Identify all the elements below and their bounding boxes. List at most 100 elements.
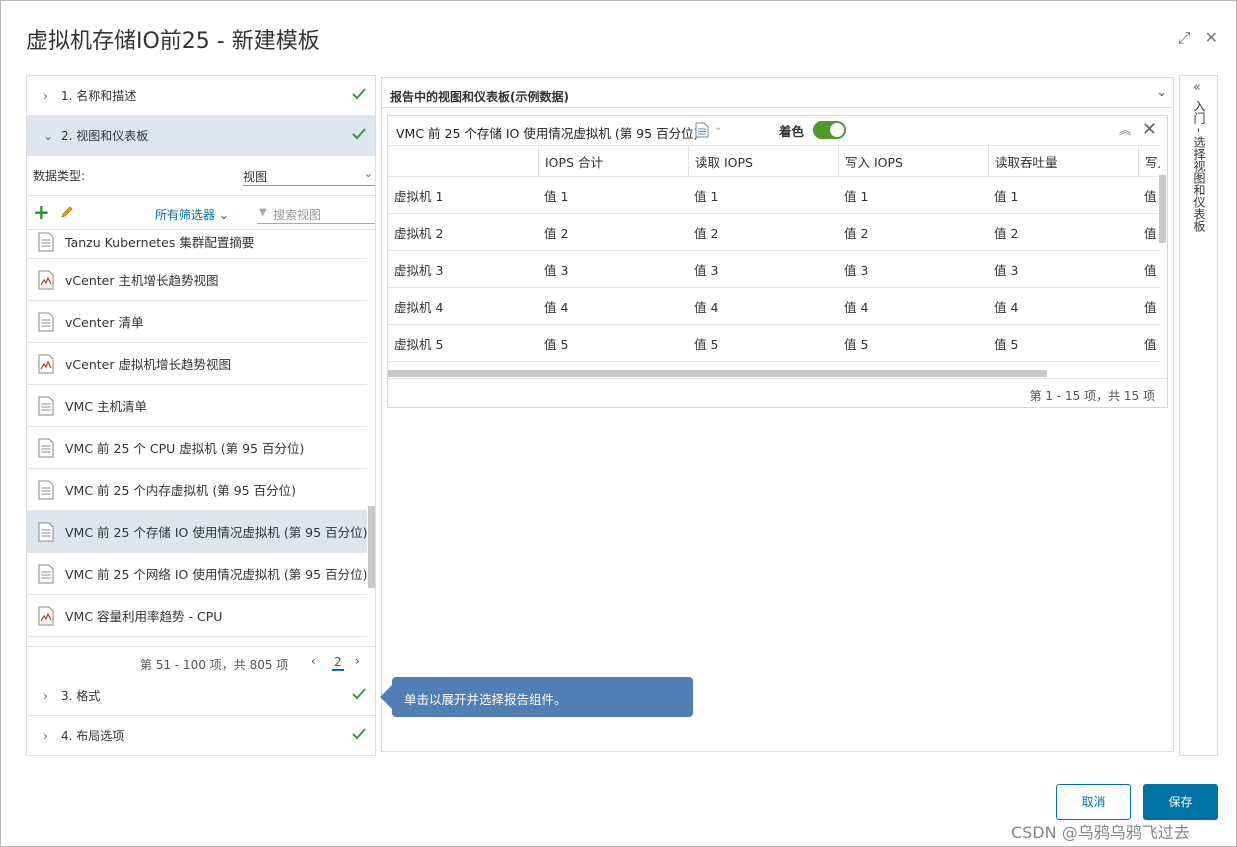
add-icon[interactable]: +: [33, 202, 50, 222]
data-type-select[interactable]: 视图 ⌄: [243, 164, 375, 186]
list-item[interactable]: VMC 前 25 个网络 IO 使用情况虚拟机 (第 95 百分位): [27, 553, 367, 595]
table-horizontal-scrollbar[interactable]: [388, 370, 1047, 377]
list-item[interactable]: VMC 前 25 个 CPU 虚拟机 (第 95 百分位): [27, 427, 367, 469]
table-cell: 值 2: [544, 225, 569, 241]
table-cell: 虚拟机 2: [394, 225, 444, 241]
list-item[interactable]: vCenter 清单: [27, 301, 367, 343]
list-item[interactable]: VMC 主机清单: [27, 385, 367, 427]
step-views-dashboards[interactable]: ⌄ 2. 视图和仪表板: [27, 116, 375, 156]
table-cell: 值 4: [844, 299, 869, 315]
chevron-down-icon: ⌄: [363, 167, 373, 180]
list-doc-icon: [38, 232, 54, 252]
color-toggle[interactable]: [813, 121, 846, 139]
getting-started-tab[interactable]: « 入门 - 选择视图和仪表板: [1179, 75, 1218, 756]
chevron-right-icon: ›: [43, 88, 48, 103]
list-item[interactable]: VMC 前 25 个存储 IO 使用情况虚拟机 (第 95 百分位): [27, 511, 367, 553]
all-filters-dropdown[interactable]: 所有筛选器 ⌄: [155, 206, 229, 223]
prev-page-icon[interactable]: ‹: [311, 654, 316, 668]
table-cell: 值 4: [544, 299, 569, 315]
table-cell: 值 5: [994, 336, 1019, 352]
table-vertical-scrollbar[interactable]: [1159, 175, 1166, 243]
list-doc-icon: [38, 522, 54, 541]
column-header[interactable]: 读取 IOPS: [688, 146, 838, 176]
table-cell: 值 1: [694, 188, 719, 204]
view-toolbar: + 所有筛选器 ⌄ ▼ 搜索视图: [27, 196, 375, 230]
step-layout-options[interactable]: › 4. 布局选项: [27, 716, 375, 756]
side-tab-label: 入门 - 选择视图和仪表板: [1192, 100, 1206, 232]
table-row: 虚拟机 2 值 2 值 2 值 2 值 2 值: [388, 214, 1160, 251]
table-cell: 值 1: [844, 188, 869, 204]
table-cell: 值 2: [994, 225, 1019, 241]
step-format[interactable]: › 3. 格式: [27, 676, 375, 716]
table-cell: 值: [1144, 262, 1157, 278]
list-pager: 第 51 - 100 项，共 805 项 ‹ 2 ›: [27, 646, 375, 676]
dialog: 虚拟机存储IO前25 - 新建模板 ⤢ ✕ › 1. 名称和描述 ⌄ 2. 视图…: [0, 0, 1237, 847]
help-tooltip: 单击以展开并选择报告组件。: [380, 677, 693, 717]
double-chevron-up-icon[interactable]: ︽: [1119, 121, 1131, 138]
save-button[interactable]: 保存: [1143, 784, 1218, 820]
table-cell: 值 4: [994, 299, 1019, 315]
title-icons: ⤢ ✕: [1178, 29, 1218, 47]
list-scrollbar[interactable]: [368, 506, 375, 588]
chevron-right-icon: ›: [43, 688, 48, 703]
column-header[interactable]: [388, 146, 538, 176]
column-header[interactable]: 写入 IOPS: [838, 146, 988, 176]
list-item[interactable]: Tanzu Kubernetes 集群配置摘要: [27, 232, 367, 259]
pencil-icon[interactable]: [59, 204, 75, 220]
list-item[interactable]: VMC 前 25 个内存虚拟机 (第 95 百分位): [27, 469, 367, 511]
list-item-label: vCenter 主机增长趋势视图: [65, 273, 219, 288]
data-type-value: 视图: [243, 170, 268, 184]
list-item[interactable]: VMC 容量利用率趋势 - CPU: [27, 595, 367, 637]
card-title: VMC 前 25 个存储 IO 使用情况虚拟机 (第 95 百分位): [396, 126, 699, 141]
table-header-row: IOPS 合计读取 IOPS写入 IOPS读取吞吐量写入: [388, 145, 1160, 177]
table-cell: 值 3: [844, 262, 869, 278]
list-item-label: VMC 容量利用率趋势 - CPU: [65, 609, 223, 624]
table-cell: 值: [1144, 336, 1157, 352]
chevron-down-icon[interactable]: ⌄: [714, 122, 722, 133]
close-icon[interactable]: ✕: [1142, 119, 1157, 140]
document-icon[interactable]: [695, 122, 709, 138]
list-item-label: VMC 前 25 个 CPU 虚拟机 (第 95 百分位): [65, 441, 305, 456]
cancel-button[interactable]: 取消: [1056, 784, 1131, 820]
search-views-input[interactable]: ▼ 搜索视图: [257, 202, 375, 224]
table-row: 虚拟机 5 值 5 值 5 值 5 值 5 值: [388, 325, 1160, 362]
list-doc-icon: [38, 312, 54, 331]
table-cell: 值 2: [694, 225, 719, 241]
next-page-icon[interactable]: ›: [355, 654, 360, 668]
column-header[interactable]: IOPS 合计: [538, 146, 688, 176]
filters-label: 所有筛选器: [155, 208, 216, 222]
page-number[interactable]: 2: [332, 655, 344, 671]
list-item-label: vCenter 虚拟机增长趋势视图: [65, 357, 231, 372]
list-doc-icon: [38, 396, 54, 415]
list-item[interactable]: vCenter 虚拟机增长趋势视图: [27, 343, 367, 385]
check-icon: [352, 688, 366, 700]
step-label: 3. 格式: [61, 689, 101, 703]
column-header[interactable]: 写入: [1138, 146, 1160, 176]
double-chevron-left-icon[interactable]: «: [1193, 80, 1201, 95]
list-item-label: VMC 前 25 个内存虚拟机 (第 95 百分位): [65, 483, 296, 498]
table-cell: 值 1: [994, 188, 1019, 204]
table-row: 虚拟机 3 值 3 值 3 值 3 值 3 值: [388, 251, 1160, 288]
check-icon: [352, 728, 366, 740]
table-cell: 值 5: [844, 336, 869, 352]
view-card: VMC 前 25 个存储 IO 使用情况虚拟机 (第 95 百分位) ⌄ 着色 …: [387, 115, 1168, 408]
left-panel: › 1. 名称和描述 ⌄ 2. 视图和仪表板 数据类型: 视图 ⌄ + 所有筛选…: [26, 75, 376, 756]
table-row: 虚拟机 1 值 1 值 1 值 1 值 1 值: [388, 177, 1160, 214]
steps-bottom: › 3. 格式 › 4. 布局选项: [27, 676, 375, 756]
column-header[interactable]: 读取吞吐量: [988, 146, 1138, 176]
chevron-right-icon: ›: [43, 728, 48, 743]
check-icon: [352, 88, 366, 100]
double-chevron-down-icon[interactable]: ⌄: [1156, 85, 1167, 100]
table-cell: 值 3: [694, 262, 719, 278]
list-item-label: VMC 前 25 个存储 IO 使用情况虚拟机 (第 95 百分位): [65, 525, 367, 540]
preview-panel: 报告中的视图和仪表板(示例数据) ⌄ VMC 前 25 个存储 IO 使用情况虚…: [381, 77, 1174, 752]
search-placeholder: 搜索视图: [273, 208, 322, 222]
close-icon[interactable]: ✕: [1205, 29, 1218, 47]
step-label: 4. 布局选项: [61, 729, 125, 743]
step-name-description[interactable]: › 1. 名称和描述: [27, 76, 375, 116]
list-item-label: VMC 主机清单: [65, 399, 148, 414]
expand-icon[interactable]: ⤢: [1178, 29, 1191, 47]
pager-text: 第 51 - 100 项，共 805 项: [140, 658, 289, 672]
list-item-label: VMC 前 25 个网络 IO 使用情况虚拟机 (第 95 百分位): [65, 567, 367, 582]
list-item[interactable]: vCenter 主机增长趋势视图: [27, 259, 367, 301]
